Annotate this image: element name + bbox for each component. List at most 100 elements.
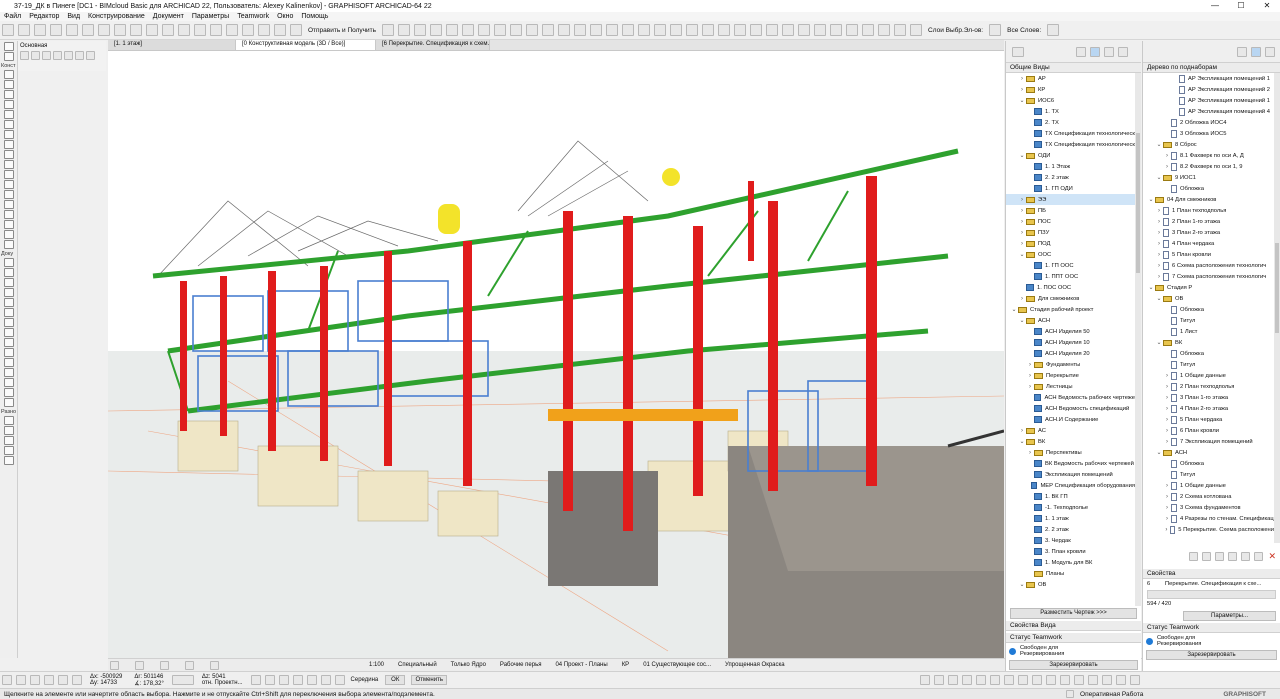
navigator_left-tree-item[interactable]: ВК Ведомость рабочих чертежей xyxy=(1006,458,1135,469)
chevron-right-icon[interactable]: › xyxy=(1026,450,1034,456)
navigator_right-tree-item[interactable]: › 5 Перекрытие. Схема расположени xyxy=(1143,524,1274,535)
navigator_left-tree-item[interactable]: 3. Чердак xyxy=(1006,535,1135,546)
navigator_left-tree-item[interactable]: ТХ Спецификация технологическ xyxy=(1006,128,1135,139)
navigator_left-tree-item[interactable]: -1. Техподполье xyxy=(1006,502,1135,513)
send-receive-label[interactable]: Отправить и Получить xyxy=(308,27,376,34)
navigator_right-tree-item[interactable]: › 2 Схема котлована xyxy=(1143,491,1274,502)
zoom-out-status-icon[interactable] xyxy=(160,660,169,670)
render-icon[interactable] xyxy=(526,24,539,36)
shading-selector[interactable]: Упрощенная Окраска xyxy=(725,662,785,668)
teamwork-status-header-right[interactable]: Статус Teamwork xyxy=(1143,623,1280,633)
navigator_right-tree-item[interactable]: › 1 План техподполья xyxy=(1143,205,1274,216)
offset-icon[interactable] xyxy=(934,675,944,685)
navigator_left-tree-item[interactable]: 1. ППТ ООС xyxy=(1006,271,1135,282)
layer-combo-icon[interactable] xyxy=(34,24,46,36)
chevron-right-icon[interactable]: › xyxy=(1018,428,1026,434)
chevron-right-icon[interactable]: › xyxy=(1163,494,1171,500)
railing-tool[interactable] xyxy=(4,140,14,149)
camera-icon[interactable] xyxy=(510,24,523,36)
undo-icon[interactable] xyxy=(2,24,14,36)
zoom-in-icon[interactable] xyxy=(430,24,443,36)
structure-icon[interactable] xyxy=(622,24,635,36)
chevron-down-icon[interactable]: ⌄ xyxy=(1155,449,1163,456)
navigator_right-tree-item[interactable]: Титул xyxy=(1143,469,1274,480)
coord-grid-icon[interactable] xyxy=(30,675,40,685)
polyline-icon[interactable] xyxy=(782,24,795,36)
navigator_left-tree-item[interactable]: 1. 1 Этаж xyxy=(1006,161,1135,172)
layout-book-scrollbar[interactable] xyxy=(1274,73,1280,543)
navigator_left-tree-item[interactable]: АСН Изделия 20 xyxy=(1006,348,1135,359)
navigator_left-tree-item[interactable]: › КР xyxy=(1006,84,1135,95)
navigator_left-tree-item[interactable]: АСН.И Содержание xyxy=(1006,414,1135,425)
navigator_left-tree-item[interactable]: › ПЗУ xyxy=(1006,227,1135,238)
navigator_right-tree-item[interactable]: Обложка xyxy=(1143,183,1274,194)
chevron-right-icon[interactable]: › xyxy=(1163,395,1171,401)
snap-point-icon[interactable] xyxy=(278,675,289,685)
arrow-tool[interactable] xyxy=(4,42,14,51)
split-icon[interactable] xyxy=(1004,675,1014,685)
snap-special-icon[interactable] xyxy=(320,675,331,685)
ok-button[interactable]: ОК xyxy=(385,675,406,685)
interior-elevation-tool[interactable] xyxy=(4,368,14,377)
navigator_right-tree-item[interactable]: ⌄ ВК xyxy=(1143,337,1274,348)
pan-icon[interactable] xyxy=(478,24,491,36)
beam-tool[interactable] xyxy=(4,110,14,119)
magic-wand-icon[interactable] xyxy=(264,675,275,685)
navigator_left-tree-item[interactable]: ⌄ ООС xyxy=(1006,249,1135,260)
dimension-tool[interactable] xyxy=(4,258,14,267)
door-tool[interactable] xyxy=(4,80,14,89)
zone-icon[interactable] xyxy=(718,24,731,36)
navigator_left-tree-item[interactable]: АСН Изделия 50 xyxy=(1006,326,1135,337)
navigator_right-tree-item[interactable]: Титул xyxy=(1143,359,1274,370)
reserve-button-right[interactable]: Зарезервировать xyxy=(1146,650,1277,660)
navigator_right-tree-item[interactable]: ⌄ 8 Сброс xyxy=(1143,139,1274,150)
chevron-down-icon[interactable]: ⌄ xyxy=(1155,295,1163,302)
navigator_left-tree-item[interactable]: › АС xyxy=(1006,425,1135,436)
chevron-down-icon[interactable]: ⌄ xyxy=(1010,306,1018,313)
chevron-right-icon[interactable]: › xyxy=(1155,252,1163,258)
view-map-icon-right[interactable] xyxy=(1265,46,1275,57)
tab-3d-model[interactable]: [0 Конструктивная модель (3D / Все)] xyxy=(236,40,376,50)
chevron-right-icon[interactable]: › xyxy=(1155,219,1163,225)
worksheet-tool[interactable] xyxy=(4,378,14,387)
chevron-right-icon[interactable]: › xyxy=(1018,76,1026,82)
menu-document[interactable]: Документ xyxy=(153,13,184,20)
navigator_left-tree-item[interactable]: › Фундаменты xyxy=(1006,359,1135,370)
chevron-right-icon[interactable]: › xyxy=(1163,153,1171,159)
lamp-tool[interactable] xyxy=(4,230,14,239)
navigator_right-tree-item[interactable]: АР Экспликация помещений 1 xyxy=(1143,95,1274,106)
rotate-icon[interactable] xyxy=(948,675,958,685)
coord-snap-icon[interactable] xyxy=(16,675,26,685)
new-layout-icon[interactable] xyxy=(1189,551,1199,561)
cut-plane-icon[interactable] xyxy=(542,24,555,36)
navigator_right-tree-item[interactable]: 3 Обложка ИОС5 xyxy=(1143,128,1274,139)
figure-tool[interactable] xyxy=(4,446,14,455)
navigator_left-tree-item[interactable]: МЕР Спецификация оборудования xyxy=(1006,480,1135,491)
dimension-selector[interactable]: КР xyxy=(622,662,630,668)
change-tool[interactable] xyxy=(4,398,14,407)
cursor-icon[interactable] xyxy=(130,24,142,36)
chevron-right-icon[interactable]: › xyxy=(1163,439,1171,445)
reserve-icon[interactable] xyxy=(258,24,270,36)
grid-icon[interactable] xyxy=(114,24,126,36)
renovation-icon[interactable] xyxy=(606,24,619,36)
navigator_left-tree-item[interactable]: 2. 2 этаж xyxy=(1006,524,1135,535)
navigator_left-tree-item[interactable]: › Лестницы xyxy=(1006,381,1135,392)
chevron-right-icon[interactable]: › xyxy=(1163,483,1171,489)
navigator_left-tree-item[interactable]: › Перекрытие xyxy=(1006,370,1135,381)
navigator_left-tree-item[interactable]: 1. ВК ГП xyxy=(1006,491,1135,502)
navigator_left-tree-item[interactable]: АСН Ведомость рабочих чертеже xyxy=(1006,392,1135,403)
navigator_left-tree-item[interactable]: 3. План кровли xyxy=(1006,546,1135,557)
select-mode-icon[interactable] xyxy=(20,51,29,60)
drawing-tool[interactable] xyxy=(4,338,14,347)
navigator_right-tree-item[interactable]: ⌄ ОВ xyxy=(1143,293,1274,304)
navigator_left-tree-item[interactable]: › ПОС xyxy=(1006,216,1135,227)
navigator_right-tree-item[interactable]: › 3 План 1-го этажа xyxy=(1143,392,1274,403)
place-drawing-button[interactable]: Разместить Чертеж >>> xyxy=(1010,608,1137,619)
navigator_right-tree-item[interactable]: › 7 Схема расположения технологич xyxy=(1143,271,1274,282)
navigator_right-tree-item[interactable]: › 3 Схема фундаментов xyxy=(1143,502,1274,513)
view-map-icon[interactable] xyxy=(1090,46,1100,57)
parameters-button[interactable]: Параметры... xyxy=(1183,611,1276,621)
chevron-right-icon[interactable]: › xyxy=(1026,373,1034,379)
chevron-down-icon[interactable]: ⌄ xyxy=(1147,284,1155,291)
